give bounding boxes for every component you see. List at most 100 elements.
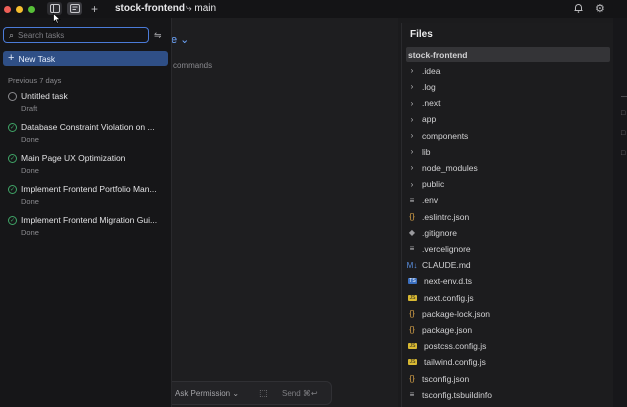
file-item[interactable]: TS next-env.d.ts xyxy=(406,274,610,289)
window-controls xyxy=(4,5,35,13)
chevron-right-icon: › xyxy=(410,114,414,124)
chevron-right-icon: › xyxy=(410,82,414,92)
task-item[interactable]: ✓ Implement Frontend Migration Gui... Done xyxy=(8,215,168,237)
filter-icon[interactable]: ⇋ xyxy=(154,30,162,41)
file-name: .log xyxy=(422,81,436,92)
file-name: .gitignore xyxy=(422,227,457,238)
javascript-icon: JS xyxy=(408,343,417,350)
search-icon: ⌕ xyxy=(9,29,15,40)
search-input[interactable] xyxy=(18,30,139,40)
text-file-icon: ≡ xyxy=(409,390,415,400)
file-item[interactable]: JS next.config.js xyxy=(406,290,610,305)
draft-circle-icon xyxy=(8,91,17,101)
zoom-window-button[interactable] xyxy=(28,5,35,13)
check-circle-icon: ✓ xyxy=(8,122,17,132)
send-button[interactable]: Send ⌘↩ xyxy=(282,389,318,398)
task-name: Implement Frontend Portfolio Man... xyxy=(21,184,157,194)
gear-icon[interactable]: ⚙ xyxy=(595,2,605,15)
chevron-down-icon: ⌄ xyxy=(177,34,190,46)
mouse-cursor-icon xyxy=(53,12,61,27)
files-panel: Files stock-frontend › .idea › .log › .next › ap… xyxy=(401,23,613,407)
file-name: .eslintrc.json xyxy=(422,211,470,222)
file-item[interactable]: JS tailwind.config.js xyxy=(406,355,610,370)
tasks-list-icon[interactable] xyxy=(67,2,82,15)
typescript-icon: TS xyxy=(408,278,417,285)
section-label: Previous 7 days xyxy=(8,76,62,85)
task-name: Untitled task xyxy=(21,91,68,101)
strip-icon[interactable]: □ xyxy=(621,130,625,137)
chevron-right-icon: › xyxy=(410,131,414,140)
git-icon: ◆ xyxy=(408,228,416,238)
file-name: components xyxy=(422,130,469,141)
json-file-icon: {} xyxy=(409,309,415,319)
file-item[interactable]: {} package-lock.json xyxy=(406,306,610,321)
chevron-right-icon: › xyxy=(410,98,414,108)
folder-item[interactable]: › lib xyxy=(406,144,610,159)
folder-item[interactable]: › .log xyxy=(406,79,610,94)
chat-subtitle-fragment: commands xyxy=(173,61,213,70)
folder-item[interactable]: › .idea xyxy=(406,63,610,78)
file-tree-root[interactable]: stock-frontend xyxy=(406,47,610,62)
text-file-icon: ≡ xyxy=(409,244,415,254)
file-name: tsconfig.json xyxy=(422,373,470,384)
chevron-right-icon: › xyxy=(410,179,414,189)
text-file-icon: ≡ xyxy=(409,195,415,205)
permission-mode-dropdown[interactable]: Ask Permission ⌄ xyxy=(175,389,239,398)
file-name: package.json xyxy=(422,324,473,335)
file-item[interactable]: {} tsconfig.json xyxy=(406,371,610,386)
file-item[interactable]: ≡ .env xyxy=(406,193,610,208)
git-branch-icon: ⤷ xyxy=(186,3,192,14)
title-bar: + stock-frontend ⤷ main ⚙ xyxy=(0,0,627,18)
new-task-button[interactable]: + New Task xyxy=(3,51,168,66)
file-name: .next xyxy=(422,98,441,109)
file-name: postcss.config.js xyxy=(424,341,487,352)
file-name: CLAUDE.md xyxy=(422,260,471,271)
bell-icon[interactable] xyxy=(574,3,583,15)
file-name: .vercelignore xyxy=(422,243,471,254)
folder-item[interactable]: › components xyxy=(406,128,610,143)
task-status: Done xyxy=(21,166,39,175)
strip-icon[interactable]: □ xyxy=(621,110,625,117)
folder-item[interactable]: › node_modules xyxy=(406,160,610,175)
chevron-right-icon: › xyxy=(410,66,414,76)
folder-item[interactable]: › public xyxy=(406,177,610,192)
chat-title-fragment[interactable]: e ⌄ xyxy=(171,33,189,46)
strip-icon[interactable]: — xyxy=(621,93,627,100)
task-item[interactable]: ✓ Main Page UX Optimization Done xyxy=(8,153,168,175)
file-item[interactable]: ◆ .gitignore xyxy=(406,225,610,240)
task-name: Implement Frontend Migration Gui... xyxy=(21,215,158,225)
branch-indicator[interactable]: ⤷ main xyxy=(186,3,216,14)
json-file-icon: {} xyxy=(409,374,415,383)
file-item[interactable]: M↓ CLAUDE.md xyxy=(406,258,610,273)
file-name: app xyxy=(422,114,437,125)
json-file-icon: {} xyxy=(409,212,415,221)
task-item[interactable]: Untitled task Draft xyxy=(8,91,168,113)
task-item[interactable]: ✓ Implement Frontend Portfolio Man... Done xyxy=(8,184,168,206)
file-item[interactable]: {} package.json xyxy=(406,322,610,337)
file-item[interactable]: JS postcss.config.js xyxy=(406,339,610,354)
markdown-icon: M↓ xyxy=(406,260,418,270)
new-tab-plus-icon[interactable]: + xyxy=(87,2,102,16)
plus-icon: + xyxy=(8,52,15,64)
task-status: Done xyxy=(21,135,39,144)
file-item[interactable]: ≡ .vercelignore xyxy=(406,241,610,256)
file-item[interactable]: {} .eslintrc.json xyxy=(406,209,610,224)
branch-name: main xyxy=(194,3,217,14)
json-file-icon: {} xyxy=(409,325,415,335)
file-name: node_modules xyxy=(422,162,478,173)
strip-icon[interactable]: □ xyxy=(621,150,625,157)
search-tasks-field[interactable]: ⌕ xyxy=(3,27,149,43)
folder-item[interactable]: › app xyxy=(406,112,610,127)
task-item[interactable]: ✓ Database Constraint Violation on ... Don… xyxy=(8,122,168,144)
file-item[interactable]: ≡ tsconfig.tsbuildinfo xyxy=(406,387,610,402)
close-window-button[interactable] xyxy=(4,5,11,13)
minimize-window-button[interactable] xyxy=(16,5,23,13)
task-status: Done xyxy=(21,197,39,206)
folder-item[interactable]: › .next xyxy=(406,96,610,111)
file-name: tailwind.config.js xyxy=(424,357,486,368)
file-name: public xyxy=(422,179,445,190)
file-name: tsconfig.tsbuildinfo xyxy=(422,389,492,400)
check-circle-icon: ✓ xyxy=(8,184,17,194)
javascript-icon: JS xyxy=(408,294,417,301)
screenshot-icon[interactable]: ⬚ xyxy=(259,388,268,399)
